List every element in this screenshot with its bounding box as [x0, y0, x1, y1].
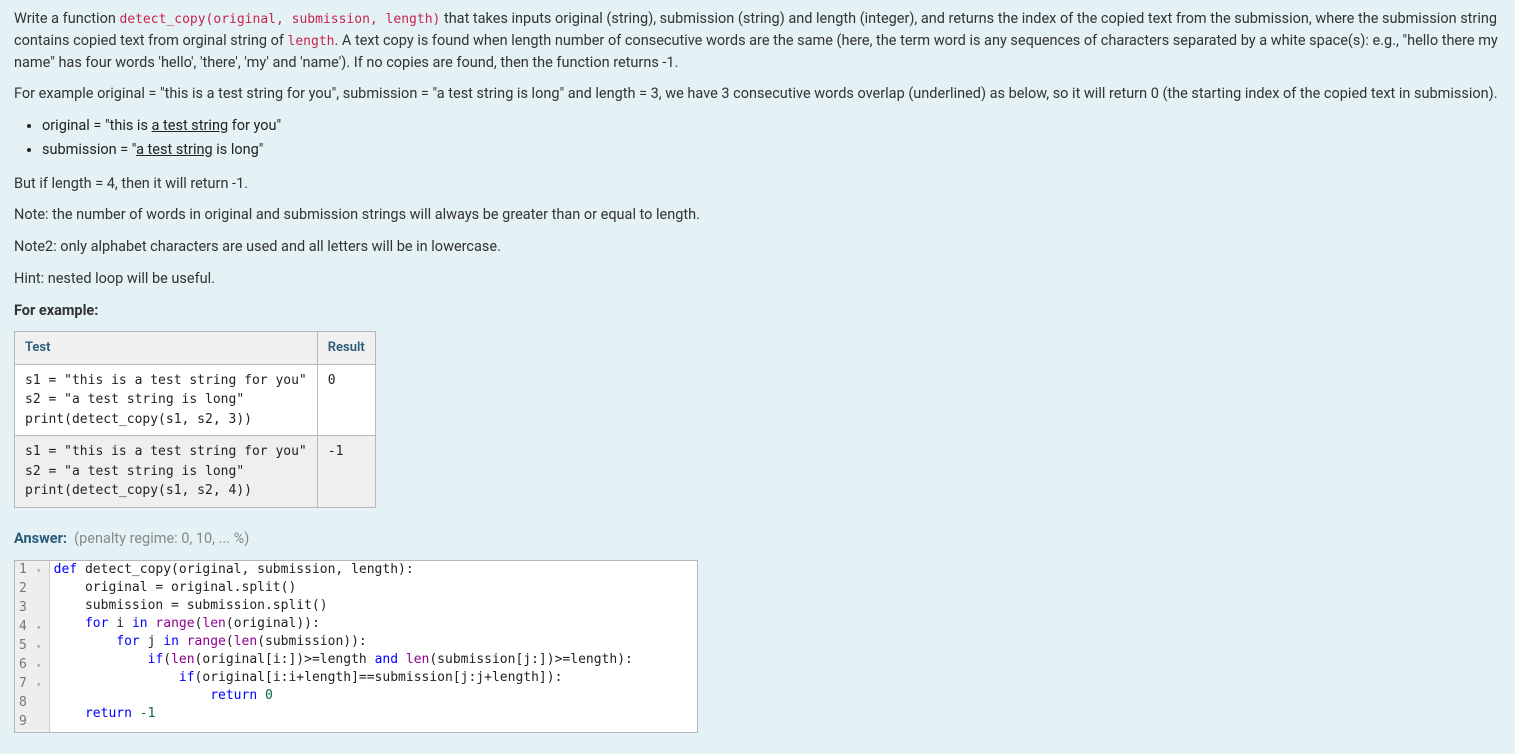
- length4-paragraph: But if length = 4, then it will return -…: [14, 173, 1501, 195]
- example-paragraph: For example original = "this is a test s…: [14, 83, 1501, 105]
- bullet-original: original = "this is a test string for yo…: [42, 115, 1501, 137]
- example-list: original = "this is a test string for yo…: [14, 115, 1501, 161]
- cell-result: -1: [317, 436, 375, 508]
- underline-original: a test string: [152, 117, 229, 134]
- penalty-regime: (penalty regime: 0, 10, ... %): [74, 530, 249, 547]
- bullet-submission: submission = "a test string is long": [42, 139, 1501, 161]
- th-result: Result: [317, 332, 375, 365]
- cell-result: 0: [317, 364, 375, 436]
- answer-label: Answer: (penalty regime: 0, 10, ... %): [14, 528, 1501, 550]
- intro-pre: Write a function: [14, 10, 119, 27]
- code-editor[interactable]: 1 ▾2 3 4 ▾5 ▾6 ▾7 ▾8 9 def detect_copy(o…: [14, 560, 698, 733]
- underline-submission: a test string: [136, 141, 213, 158]
- hint: Hint: nested loop will be useful.: [14, 268, 1501, 290]
- function-signature: detect_copy(original, submission, length…: [119, 12, 440, 27]
- th-test: Test: [15, 332, 318, 365]
- example-table: Test Result s1 = "this is a test string …: [14, 331, 376, 508]
- table-row: s1 = "this is a test string for you" s2 …: [15, 436, 376, 508]
- note1: Note: the number of words in original an…: [14, 204, 1501, 226]
- cell-test: s1 = "this is a test string for you" s2 …: [15, 436, 318, 508]
- cell-test: s1 = "this is a test string for you" s2 …: [15, 364, 318, 436]
- note2: Note2: only alphabet characters are used…: [14, 236, 1501, 258]
- length-code: length: [288, 34, 335, 49]
- for-example-label: For example:: [14, 300, 1501, 322]
- line-gutter: 1 ▾2 3 4 ▾5 ▾6 ▾7 ▾8 9: [15, 561, 50, 732]
- code-content[interactable]: def detect_copy(original, submission, le…: [50, 561, 637, 732]
- table-row: s1 = "this is a test string for you" s2 …: [15, 364, 376, 436]
- intro-paragraph: Write a function detect_copy(original, s…: [14, 8, 1501, 73]
